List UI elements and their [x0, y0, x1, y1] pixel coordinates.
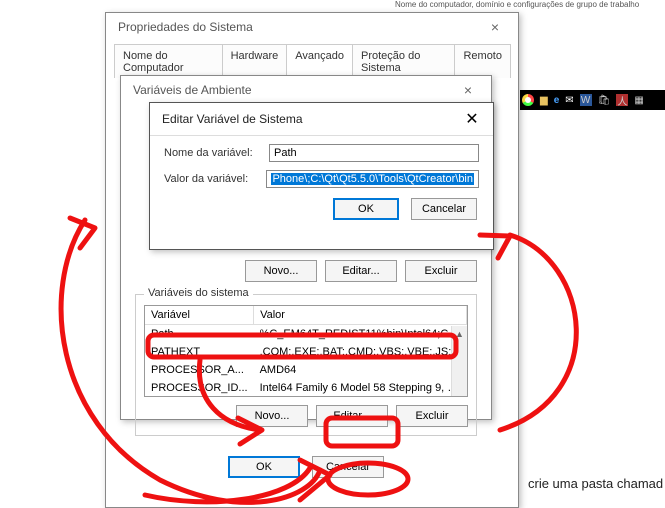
cancel-button[interactable]: Cancelar [312, 456, 384, 478]
bg-instruction-text: crie uma pasta chamad [528, 476, 663, 491]
titlebar[interactable]: Propriedades do Sistema × [106, 13, 518, 39]
taskbar-fragment: ▆ e ✉ W 🛍 人 ▦ [520, 90, 665, 110]
dialog-button-row: OK Cancelar [135, 456, 477, 478]
system-vars-button-row: Novo... Editar... Excluir [144, 405, 468, 427]
tab-remote[interactable]: Remoto [454, 44, 511, 78]
mail-icon: ✉ [565, 95, 573, 106]
table-row[interactable]: PROCESSOR_ID...Intel64 Family 6 Model 58… [145, 379, 467, 397]
group-legend: Variáveis do sistema [144, 287, 253, 299]
bg-section-heading: Nome do computador, domínio e configuraç… [395, 0, 639, 9]
edit-system-variable-dialog: Editar Variável de Sistema ✕ Nome da var… [149, 102, 494, 250]
new-button[interactable]: Novo... [236, 405, 308, 427]
cancel-button[interactable]: Cancelar [411, 198, 477, 220]
variable-value-label: Valor da variável: [164, 173, 266, 185]
col-value[interactable]: Valor [254, 306, 467, 325]
word-icon: W [580, 94, 592, 106]
close-icon[interactable]: × [480, 19, 510, 35]
misc-icon: ▦ [634, 95, 643, 106]
tab-computer-name[interactable]: Nome do Computador [114, 44, 223, 78]
delete-button[interactable]: Excluir [405, 260, 477, 282]
variable-value-field[interactable]: Phone\;C:\Qt\Qt5.5.0\Tools\QtCreator\bin [266, 170, 479, 188]
variable-name-field[interactable]: Path [269, 144, 479, 162]
tab-system-protection[interactable]: Proteção do Sistema [352, 44, 455, 78]
close-icon[interactable]: ✕ [457, 109, 487, 129]
window-title: Propriedades do Sistema [118, 20, 253, 34]
table-row[interactable]: Path%C_EM64T_REDIST11%bin\Intel64;C:\... [145, 325, 467, 344]
table-row[interactable]: PATHEXT.COM;.EXE;.BAT;.CMD;.VBS;.VBE;.JS… [145, 343, 467, 361]
tab-hardware[interactable]: Hardware [222, 44, 288, 78]
scrollbar[interactable]: ▲ [451, 326, 467, 396]
dialog-button-row: OK Cancelar [150, 198, 477, 220]
user-vars-button-row: Novo... Editar... Excluir [135, 260, 477, 282]
pdf-icon: 人 [616, 94, 628, 106]
system-vars-group: Variáveis do sistema Variável Valor Path… [135, 294, 477, 436]
dialog-title: Editar Variável de Sistema [162, 112, 303, 126]
variable-name-label: Nome da variável: [164, 147, 269, 159]
chrome-icon [522, 94, 534, 106]
folder-icon: ▆ [540, 95, 548, 106]
tab-advanced[interactable]: Avançado [286, 44, 353, 78]
col-variable[interactable]: Variável [145, 306, 254, 325]
edit-button[interactable]: Editar... [316, 405, 388, 427]
system-vars-table[interactable]: Variável Valor Path%C_EM64T_REDIST11%bin… [144, 305, 468, 397]
ok-button[interactable]: OK [333, 198, 399, 220]
scroll-up-icon[interactable]: ▲ [452, 326, 467, 342]
window-title: Variáveis de Ambiente [133, 83, 252, 97]
edit-button[interactable]: Editar... [325, 260, 397, 282]
ok-button[interactable]: OK [228, 456, 300, 478]
tabs: Nome do Computador Hardware Avançado Pro… [114, 43, 510, 78]
titlebar[interactable]: Editar Variável de Sistema ✕ [150, 103, 493, 136]
table-row[interactable]: PROCESSOR_A...AMD64 [145, 361, 467, 379]
titlebar[interactable]: Variáveis de Ambiente × [121, 76, 491, 102]
store-icon: 🛍 [598, 95, 611, 106]
delete-button[interactable]: Excluir [396, 405, 468, 427]
close-icon[interactable]: × [453, 82, 483, 98]
edge-icon: e [554, 95, 560, 106]
new-button[interactable]: Novo... [245, 260, 317, 282]
